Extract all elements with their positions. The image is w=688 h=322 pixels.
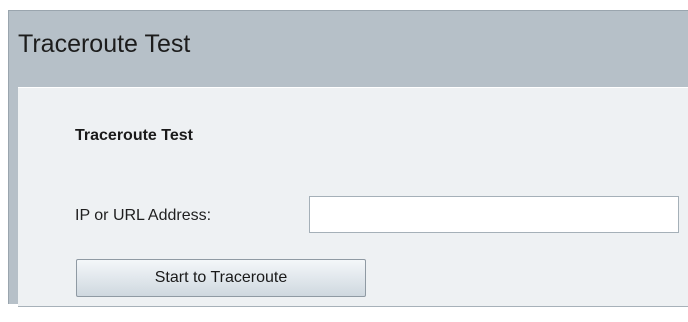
page-title: Traceroute Test bbox=[18, 30, 191, 58]
content-frame: Traceroute Test Traceroute Test IP or UR… bbox=[8, 10, 688, 307]
address-input[interactable] bbox=[309, 196, 679, 233]
start-traceroute-button[interactable]: Start to Traceroute bbox=[76, 259, 366, 297]
traceroute-panel: Traceroute Test IP or URL Address: Start… bbox=[18, 87, 688, 307]
panel-heading: Traceroute Test bbox=[75, 127, 193, 144]
address-label: IP or URL Address: bbox=[75, 207, 212, 224]
